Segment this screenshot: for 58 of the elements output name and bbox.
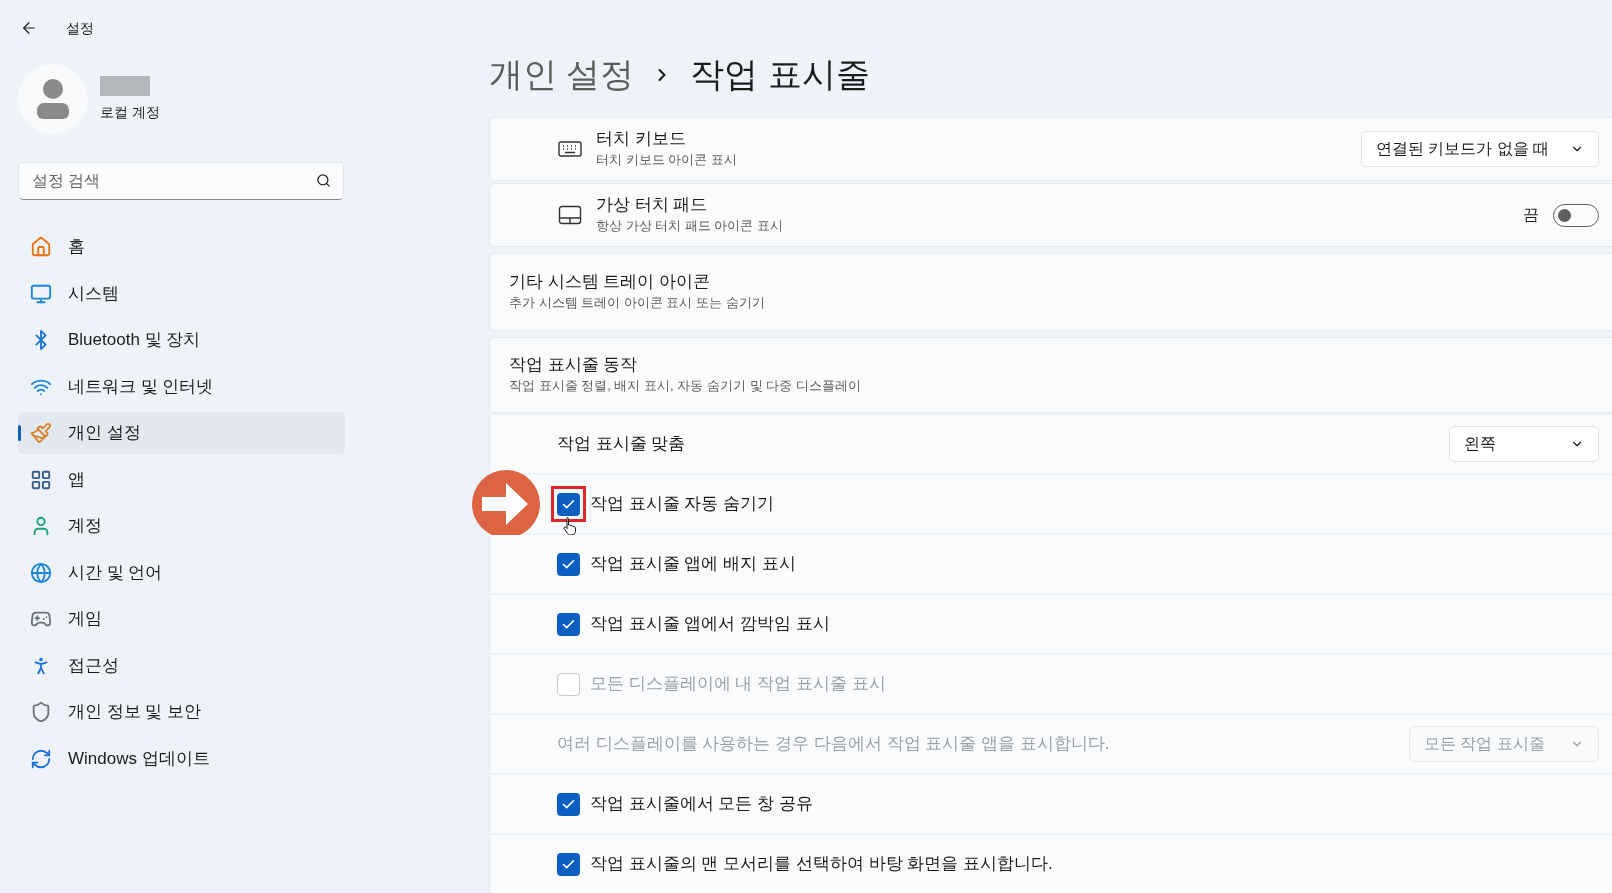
setting-description: 터치 키보드 아이콘 표시 [596,151,737,170]
breadcrumb-parent[interactable]: 개인 설정 [489,49,635,100]
nav-item[interactable]: Bluetooth 및 장치 [18,319,345,361]
nav-item[interactable]: 개인 설정 [18,412,345,454]
nav-item[interactable]: 계정 [18,505,345,547]
checkbox-label: 모든 디스플레이에 내 작업 표시줄 표시 [590,673,886,696]
section-title: 작업 표시줄 동작 [509,354,639,377]
dropdown[interactable]: 왼쪽 [1449,426,1599,462]
account-type: 로컬 계정 [100,102,160,122]
checkbox[interactable] [557,492,580,516]
person-silhouette-icon [35,78,71,120]
checkbox[interactable] [557,792,580,816]
setting-title: 가상 터치 패드 [596,194,709,217]
nav-item[interactable]: 게임 [18,598,345,640]
checkbox-label: 작업 표시줄에서 모든 창 공유 [590,793,813,816]
toggle-switch[interactable] [1553,203,1599,227]
search-icon [316,173,331,188]
page-title: 작업 표시줄 [690,54,870,95]
nav-item[interactable]: 네트워크 및 인터넷 [18,365,345,408]
checkbox-label: 작업 표시줄의 맨 모서리를 선택하여 바탕 화면을 표시합니다. [590,853,1053,876]
app-grid-icon [30,468,52,491]
selection-indicator [18,425,21,441]
nav-item[interactable]: 앱 [18,458,345,501]
setting-title: 기타 시스템 트레이 아이콘 [509,271,712,294]
dropdown[interactable]: 연결된 키보드가 없을 때 [1361,131,1599,167]
setting-title: 터치 키보드 [596,128,687,151]
paintbrush-icon [30,422,52,444]
setting-description: 항상 가상 터치 패드 아이콘 표시 [596,217,784,236]
home-icon [30,236,52,258]
globe-icon [30,561,52,584]
setting-label: 여러 디스플레이를 사용하는 경우 다음에서 작업 표시줄 앱을 표시합니다. [557,733,1110,756]
setting-label: 작업 표시줄 맞춤 [557,433,686,456]
checkbox[interactable] [557,552,580,576]
nav-item[interactable]: 시스템 [18,272,345,315]
checkbox-label: 작업 표시줄 자동 숨기기 [590,493,775,516]
setting-description: 추가 시스템 트레이 아이콘 표시 또는 숨기기 [509,294,766,313]
checkbox[interactable] [557,852,580,876]
checkbox-label: 작업 표시줄 앱에서 깜박임 표시 [590,613,830,636]
window-title: 설정 [66,18,94,38]
monitor-icon [30,282,52,305]
section-header[interactable]: 작업 표시줄 동작 작업 표시줄 정렬, 배지 표시, 자동 숨기기 및 다중 디스플레이 [489,337,1612,413]
back-icon[interactable] [20,19,38,37]
section-description: 작업 표시줄 정렬, 배지 표시, 자동 숨기기 및 다중 디스플레이 [509,377,862,396]
nav-item[interactable]: Windows 업데이트 [18,737,345,780]
touchpad-icon [558,205,582,225]
nav-item[interactable]: 개인 정보 및 보안 [18,691,345,733]
redacted-name [100,75,150,96]
nav-item[interactable]: 접근성 [18,644,345,687]
checkbox[interactable] [557,612,580,636]
nav-item[interactable]: 시간 및 언어 [18,551,345,594]
settings-card[interactable]: 기타 시스템 트레이 아이콘 추가 시스템 트레이 아이콘 표시 또는 숨기기 [489,253,1612,331]
search-field[interactable]: 설정 검색 [18,162,344,200]
toggle-state: 끔 [1523,205,1539,225]
keyboard-icon [558,140,582,158]
nav-item[interactable]: 홈 [18,226,345,268]
shield-icon [30,701,52,723]
update-icon [30,747,52,770]
checkbox-label: 작업 표시줄 앱에 배지 표시 [590,553,796,576]
